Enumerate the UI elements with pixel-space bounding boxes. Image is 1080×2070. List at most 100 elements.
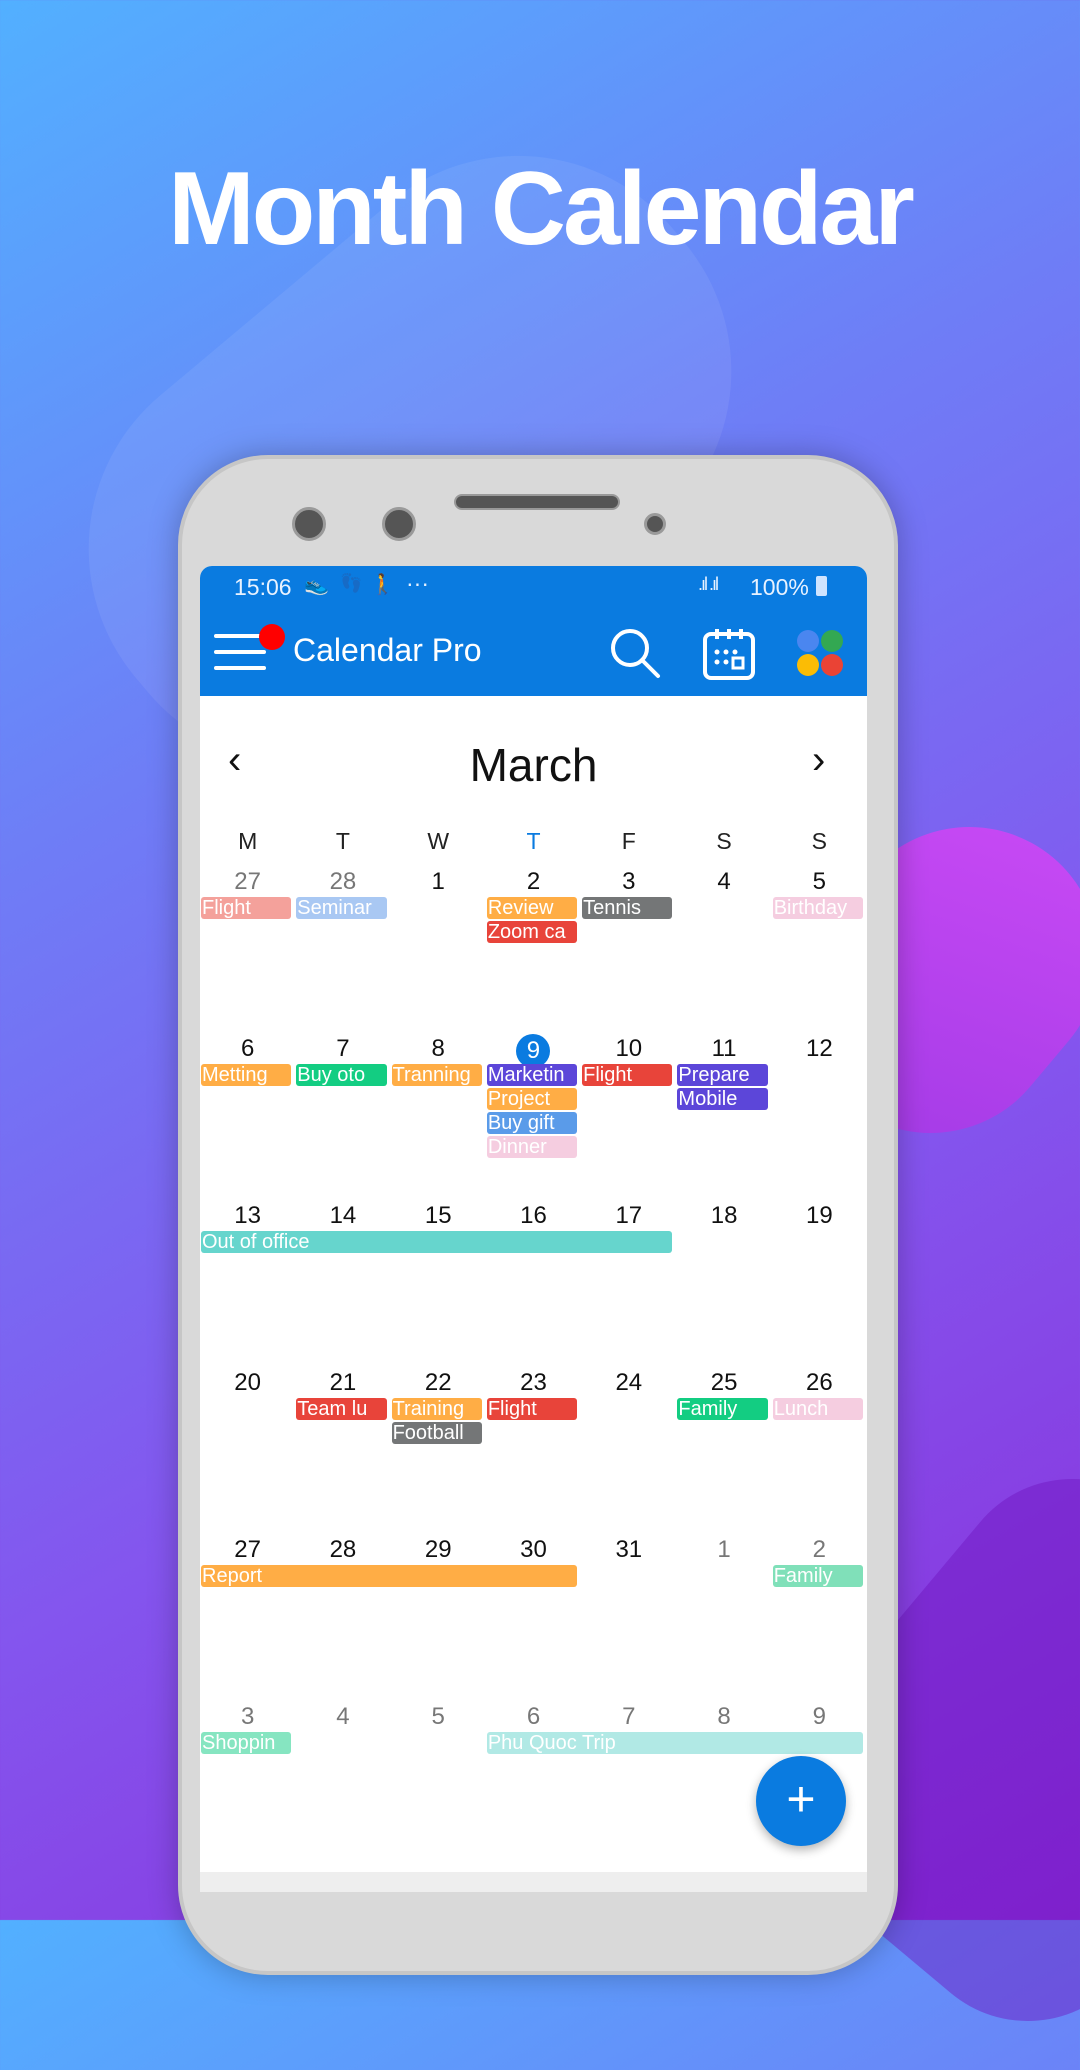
add-event-button[interactable]: + — [756, 1756, 846, 1846]
event-chip[interactable]: Project — [486, 1088, 578, 1110]
apps-icon[interactable] — [795, 628, 845, 678]
phone-screen: 15:06 👟 👣 🚶 ··· .ıl .ıl 100% Calendar Pr… — [200, 566, 867, 1892]
day-cell[interactable]: 18 — [676, 1201, 771, 1231]
day-cell[interactable]: 29 — [391, 1535, 486, 1565]
event-chip[interactable]: Review — [486, 897, 578, 919]
calendar-today-icon[interactable] — [701, 626, 757, 682]
event-chip[interactable]: Mobile — [677, 1088, 768, 1110]
day-cell[interactable]: 27 — [200, 1535, 295, 1565]
event-chip[interactable]: Buy oto — [296, 1064, 387, 1086]
headline: Month Calendar — [168, 151, 915, 267]
event-chip[interactable]: Football — [391, 1422, 482, 1444]
event-chip[interactable]: Flight — [582, 1064, 673, 1086]
camera-icon — [382, 507, 416, 541]
day-cell[interactable]: 5 — [391, 1702, 486, 1732]
sensor-icon — [644, 513, 666, 535]
day-cell[interactable]: 22 — [391, 1368, 486, 1398]
event-chip[interactable]: Zoom ca — [486, 921, 578, 943]
day-cell[interactable]: 4 — [295, 1702, 390, 1732]
day-cell[interactable]: 11 — [676, 1034, 771, 1064]
weekday-header: M — [238, 828, 258, 854]
day-cell[interactable]: 7 — [581, 1702, 676, 1732]
event-chip[interactable]: Marketin — [486, 1064, 578, 1086]
day-cell[interactable]: 5 — [772, 867, 867, 897]
event-chip[interactable]: Family — [772, 1565, 863, 1587]
walking-icon: 🚶 — [370, 574, 395, 596]
day-cell[interactable]: 7 — [295, 1034, 390, 1064]
month-title: March — [469, 739, 598, 791]
app-title: Calendar Pro — [293, 632, 482, 668]
event-chip[interactable]: Out of office — [201, 1231, 673, 1253]
day-cell[interactable]: 30 — [486, 1535, 581, 1565]
day-cell[interactable]: 28 — [295, 867, 390, 897]
day-cell[interactable]: 20 — [200, 1368, 295, 1398]
day-cell[interactable]: 2 — [772, 1535, 867, 1565]
day-cell[interactable]: 3 — [581, 867, 676, 897]
day-cell[interactable]: 9 — [486, 1034, 581, 1068]
app-bar: Calendar Pro — [200, 608, 867, 696]
day-cell[interactable]: 8 — [391, 1034, 486, 1064]
day-cell[interactable]: 13 — [200, 1201, 295, 1231]
day-cell[interactable]: 12 — [772, 1034, 867, 1064]
day-cell[interactable]: 25 — [676, 1368, 771, 1398]
event-chip[interactable]: Buy gift — [486, 1112, 578, 1134]
status-bar: 15:06 👟 👣 🚶 ··· .ıl .ıl 100% — [200, 566, 867, 608]
weekday-header: W — [427, 828, 450, 854]
day-cell[interactable]: 1 — [676, 1535, 771, 1565]
event-chip[interactable]: Flight — [486, 1398, 578, 1420]
day-cell[interactable]: 28 — [295, 1535, 390, 1565]
speaker-grille — [454, 494, 620, 510]
event-chip[interactable]: Training — [391, 1398, 482, 1420]
event-chip[interactable]: Report — [201, 1565, 578, 1587]
weekday-header: F — [621, 828, 636, 854]
event-chip[interactable]: Shoppin — [201, 1732, 292, 1754]
weekday-header: S — [811, 828, 828, 854]
battery-icon — [816, 576, 827, 596]
day-cell[interactable]: 16 — [486, 1201, 581, 1231]
day-cell[interactable]: 1 — [391, 867, 486, 897]
event-chip[interactable]: Metting — [201, 1064, 292, 1086]
battery-text: 100% — [750, 574, 809, 600]
event-chip[interactable]: Dinner — [486, 1136, 578, 1158]
day-cell[interactable]: 26 — [772, 1368, 867, 1398]
event-chip[interactable]: Team lu — [296, 1398, 387, 1420]
day-cell[interactable]: 21 — [295, 1368, 390, 1398]
day-cell[interactable]: 10 — [581, 1034, 676, 1064]
event-chip[interactable]: Seminar — [296, 897, 387, 919]
day-cell[interactable]: 19 — [772, 1201, 867, 1231]
day-cell[interactable]: 23 — [486, 1368, 581, 1398]
menu-icon-line — [214, 666, 266, 670]
event-chip[interactable]: Lunch — [772, 1398, 863, 1420]
event-chip[interactable]: Phu Quoc Trip — [486, 1732, 863, 1754]
weekday-header: T — [335, 828, 350, 854]
event-chip[interactable]: Birthday — [772, 897, 863, 919]
more-dots-icon: ··· — [406, 570, 429, 596]
day-cell[interactable]: 6 — [486, 1702, 581, 1732]
shoe-icon: 👟 — [304, 574, 329, 596]
event-chip[interactable]: Flight — [201, 897, 292, 919]
day-cell[interactable]: 15 — [391, 1201, 486, 1231]
event-chip[interactable]: Tennis — [582, 897, 673, 919]
weekday-header: T — [526, 828, 541, 854]
today-marker: 9 — [516, 1034, 551, 1068]
day-cell[interactable]: 9 — [772, 1702, 867, 1732]
signal-icon: .ıl .ıl — [698, 574, 719, 594]
menu-button[interactable] — [214, 624, 285, 674]
search-icon[interactable] — [608, 626, 664, 682]
day-cell[interactable]: 31 — [581, 1535, 676, 1565]
event-chip[interactable]: Tranning — [391, 1064, 482, 1086]
event-chip[interactable]: Family — [677, 1398, 768, 1420]
camera-icon — [292, 507, 326, 541]
day-cell[interactable]: 4 — [676, 867, 771, 897]
footsteps-icon: 👣 — [340, 573, 363, 593]
day-cell[interactable]: 27 — [200, 867, 295, 897]
day-cell[interactable]: 17 — [581, 1201, 676, 1231]
event-chip[interactable]: Prepare — [677, 1064, 768, 1086]
day-cell[interactable]: 2 — [486, 867, 581, 897]
bottom-strip — [200, 1872, 867, 1892]
day-cell[interactable]: 14 — [295, 1201, 390, 1231]
day-cell[interactable]: 8 — [676, 1702, 771, 1732]
day-cell[interactable]: 3 — [200, 1702, 295, 1732]
day-cell[interactable]: 24 — [581, 1368, 676, 1398]
day-cell[interactable]: 6 — [200, 1034, 295, 1064]
